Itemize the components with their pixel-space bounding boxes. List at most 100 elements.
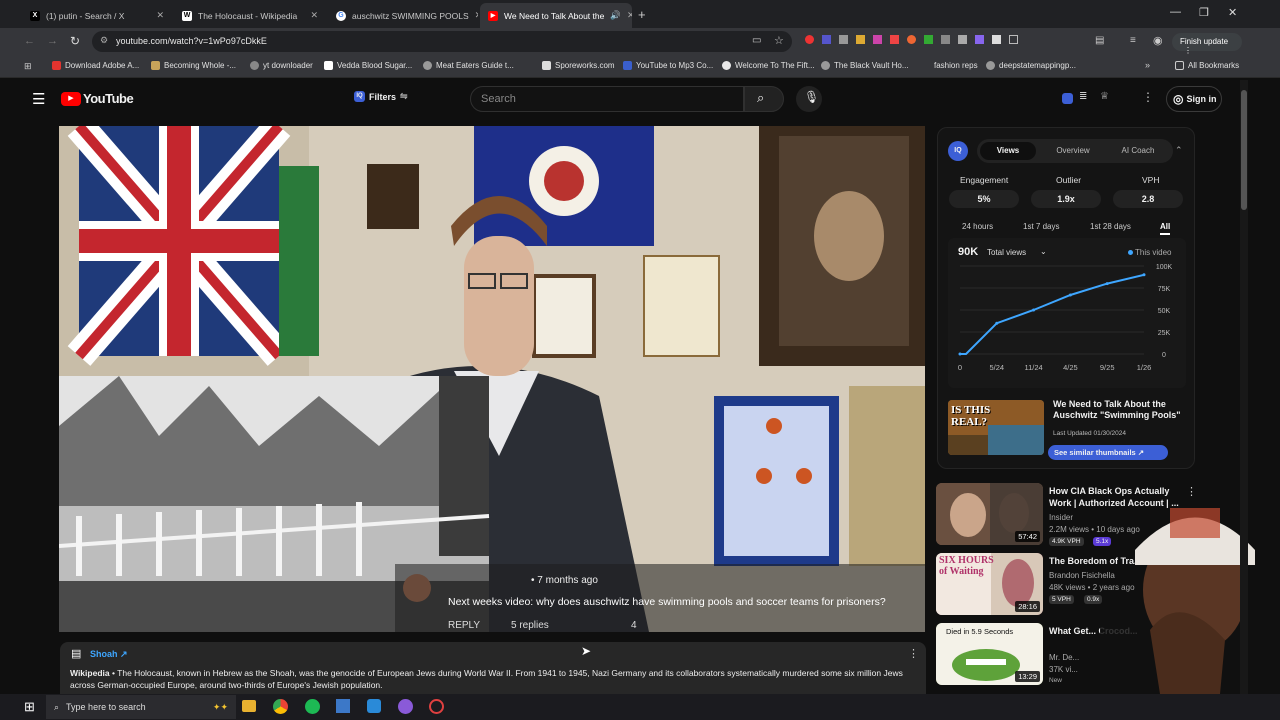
taskbar-search[interactable]: ⌕ Type here to search ✦✦ — [46, 695, 236, 719]
y-tick-label: 0 — [1162, 352, 1166, 359]
search-button[interactable]: ⌕ — [744, 86, 784, 112]
extensions-puzzle-icon[interactable] — [1009, 35, 1018, 44]
bookmark-item[interactable]: Becoming Whole -... — [151, 61, 236, 70]
profile-icon[interactable]: ◉ — [1153, 34, 1163, 47]
range-24h[interactable]: 24 hours — [962, 222, 993, 231]
extension-icon[interactable] — [958, 35, 967, 44]
extension-icon[interactable] — [890, 35, 899, 44]
spotify-icon[interactable] — [305, 699, 320, 714]
bookmark-star-icon[interactable]: ☆ — [774, 34, 784, 47]
extension-icon[interactable] — [975, 35, 984, 44]
telegram-icon[interactable] — [367, 699, 381, 713]
extension-icon[interactable] — [992, 35, 1001, 44]
bookmark-item[interactable]: YouTube to Mp3 Co... — [623, 61, 713, 70]
close-icon[interactable]: ✕ — [621, 10, 632, 21]
trophy-icon[interactable]: ♕ — [1100, 91, 1109, 102]
chrome-icon[interactable] — [273, 699, 288, 714]
side-panel-icon[interactable]: ▤ — [1095, 35, 1104, 46]
mouse-cursor-icon: ➤ — [581, 644, 592, 658]
extension-icon[interactable] — [873, 35, 882, 44]
shoah-link[interactable]: Shoah ↗ — [90, 649, 128, 660]
extension-icon[interactable] — [839, 35, 848, 44]
similar-label: See similar thumbnails — [1054, 448, 1136, 457]
info-panel: ▤ Shoah ↗ ⋮ Wikipedia • The Holocaust, k… — [60, 642, 926, 694]
finish-update-button[interactable]: Finish update ⋮ — [1172, 33, 1242, 55]
url-field[interactable]: ⚙ youtube.com/watch?v=1wPo97cDkkE ▭ ☆ — [92, 31, 792, 52]
chevron-up-icon[interactable]: ⌃ — [1175, 145, 1183, 156]
youtube-logo[interactable]: ▶ YouTube — [61, 91, 134, 106]
bookmark-item[interactable]: Meat Eaters Guide t... — [423, 61, 514, 70]
tab-x[interactable]: X (1) putin - Search / X ✕ — [22, 3, 172, 28]
tab-wikipedia[interactable]: W The Holocaust - Wikipedia ✕ — [174, 3, 326, 28]
bookmark-item[interactable]: yt downloader — [250, 61, 313, 70]
back-icon[interactable]: ← — [24, 35, 35, 47]
search-input[interactable]: Search — [470, 86, 744, 112]
site-info-icon[interactable]: ⚙ — [100, 35, 108, 46]
minimize-icon[interactable]: — — [1170, 6, 1181, 18]
tab-ai-coach[interactable]: AI Coach — [1107, 142, 1169, 160]
app-icon[interactable] — [429, 699, 444, 714]
extension-icon[interactable] — [924, 35, 933, 44]
range-28d[interactable]: 1st 28 days — [1090, 222, 1131, 231]
chevron-right-icon[interactable]: » — [1145, 60, 1150, 70]
bookmark-item[interactable]: Sporeworks.com — [542, 61, 615, 70]
scrollbar-thumb[interactable] — [1241, 90, 1247, 210]
speaker-icon[interactable]: 🔊 — [610, 10, 621, 21]
voice-search-button[interactable]: 🎙 — [796, 86, 822, 112]
close-icon[interactable]: ✕ — [304, 10, 318, 21]
scrollbar[interactable] — [1240, 80, 1248, 694]
tab-google[interactable]: G auschwitz SWIMMING POOLS ✕ — [328, 3, 478, 28]
tab-youtube[interactable]: ▶ We Need to Talk About the 🔊 ✕ — [480, 3, 632, 28]
total-views-dropdown[interactable]: Total views — [987, 248, 1026, 257]
x-tick-label: 0 — [958, 363, 962, 372]
bookmark-item[interactable]: Welcome To The Fift... — [722, 61, 815, 70]
apps-grid-icon[interactable]: ⊞ — [24, 61, 32, 72]
reply-button[interactable]: REPLY — [448, 620, 480, 631]
replies-toggle[interactable]: 5 replies — [511, 620, 549, 631]
tab-views[interactable]: Views — [980, 142, 1036, 160]
similar-thumbnails-button[interactable]: See similar thumbnails ↗ — [1048, 445, 1168, 460]
cast-icon[interactable]: ▭ — [752, 35, 761, 46]
extension-icon[interactable] — [856, 35, 865, 44]
close-icon[interactable]: ✕ — [150, 10, 164, 21]
new-tab-icon[interactable]: + — [638, 7, 646, 22]
range-all[interactable]: All — [1160, 222, 1171, 235]
windows-taskbar: ⊞ ⌕ Type here to search ✦✦ — [0, 694, 1280, 720]
window-close-icon[interactable]: ✕ — [1228, 6, 1237, 19]
more-vert-icon[interactable]: ⋮ — [1142, 90, 1154, 104]
all-bookmarks[interactable]: All Bookmarks — [1175, 61, 1239, 70]
video-thumbnail[interactable]: SIX HOURS of Waiting 28:16 — [936, 553, 1043, 615]
extension-icon[interactable] — [941, 35, 950, 44]
extension-icon[interactable] — [805, 35, 814, 44]
bookmark-item[interactable]: Vedda Blood Sugar... — [324, 61, 412, 70]
video-thumbnail[interactable]: 57:42 — [936, 483, 1043, 545]
video-thumbnail[interactable]: IS THIS REAL? — [948, 400, 1044, 455]
video-player[interactable]: • 7 months ago Next weeks video: why doe… — [59, 126, 925, 632]
app-icon[interactable] — [398, 699, 413, 714]
close-icon[interactable]: ✕ — [469, 10, 478, 21]
chevron-down-icon[interactable]: ⌄ — [1040, 247, 1047, 256]
app-icon[interactable] — [336, 699, 350, 713]
vidiq-icon[interactable] — [1062, 93, 1073, 104]
restore-icon[interactable]: ❐ — [1199, 6, 1209, 19]
bookmark-item[interactable]: fashion reps — [934, 61, 978, 70]
forward-icon[interactable]: → — [47, 35, 58, 47]
more-vert-icon[interactable]: ⋮ — [908, 647, 919, 660]
extension-icon[interactable] — [822, 35, 831, 44]
reload-icon[interactable]: ↻ — [70, 34, 80, 48]
file-explorer-icon[interactable] — [242, 700, 256, 712]
video-thumbnail[interactable]: Died in 5.9 Seconds 13:29 — [936, 623, 1043, 685]
range-7d[interactable]: 1st 7 days — [1023, 222, 1059, 231]
notes-icon[interactable]: ≣ — [1079, 91, 1087, 102]
reading-list-icon[interactable]: ≡ — [1130, 35, 1136, 46]
sign-in-button[interactable]: ◎ Sign in — [1166, 86, 1222, 112]
bookmark-favicon — [542, 61, 551, 70]
menu-icon[interactable]: ☰ — [32, 90, 45, 108]
windows-start-icon[interactable]: ⊞ — [24, 699, 35, 715]
bookmark-item[interactable]: The Black Vault Ho... — [821, 61, 909, 70]
bookmark-item[interactable]: deepstatemappingp... — [986, 61, 1076, 70]
extension-icon[interactable] — [907, 35, 916, 44]
filters-button[interactable]: IQ Filters ⇋ — [354, 91, 408, 102]
bookmark-item[interactable]: Download Adobe A... — [52, 61, 139, 70]
tab-overview[interactable]: Overview — [1043, 142, 1103, 160]
